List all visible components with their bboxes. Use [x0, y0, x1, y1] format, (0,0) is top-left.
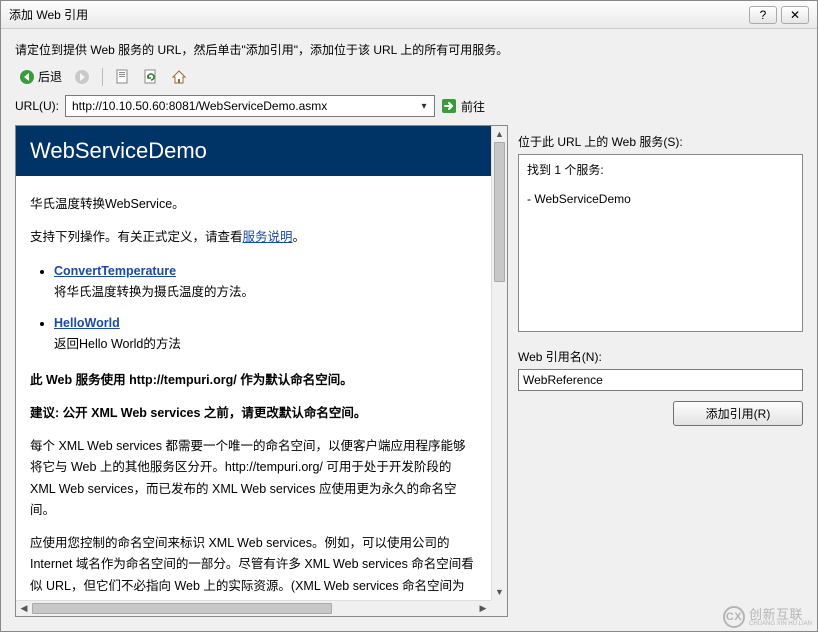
- list-item: ConvertTemperature 将华氏温度转换为摄氏温度的方法。: [54, 261, 477, 304]
- go-button[interactable]: 前往: [441, 98, 485, 115]
- dialog-title: 添加 Web 引用: [9, 6, 745, 23]
- watermark-sub: CHUANG XIN HU LIAN: [749, 621, 812, 627]
- url-input[interactable]: [70, 98, 416, 114]
- url-label: URL(U):: [15, 99, 59, 113]
- scroll-thumb[interactable]: [32, 603, 332, 614]
- titlebar: 添加 Web 引用 ? ✕: [1, 1, 817, 29]
- forward-icon: [74, 69, 90, 85]
- scroll-down-icon[interactable]: ▼: [492, 584, 507, 600]
- watermark: CX 创新互联 CHUANG XIN HU LIAN: [723, 606, 812, 628]
- url-row: URL(U): ▾ 前往: [1, 89, 817, 125]
- refresh-icon: [143, 69, 159, 85]
- url-combobox[interactable]: ▾: [65, 95, 435, 117]
- operation-link[interactable]: ConvertTemperature: [54, 264, 176, 278]
- go-label: 前往: [461, 98, 485, 115]
- back-icon: [19, 69, 35, 85]
- go-icon: [441, 98, 457, 114]
- help-icon: ?: [760, 8, 767, 22]
- services-list[interactable]: 找到 1 个服务: - WebServiceDemo: [518, 154, 803, 332]
- service-list-item[interactable]: - WebServiceDemo: [527, 192, 794, 206]
- scroll-right-icon[interactable]: ▶: [475, 601, 491, 616]
- service-description-link[interactable]: 服务说明: [243, 230, 293, 244]
- back-label: 后退: [38, 68, 62, 85]
- list-item: HelloWorld 返回Hello World的方法: [54, 313, 477, 356]
- refresh-button[interactable]: [139, 67, 163, 87]
- recommendation-line: 建议: 公开 XML Web services 之前，请更改默认命名空间。: [30, 403, 477, 424]
- service-supports-line: 支持下列操作。有关正式定义，请查看服务说明。: [30, 227, 477, 248]
- watermark-text: 创新互联: [749, 608, 812, 621]
- services-found-text: 找到 1 个服务:: [527, 161, 794, 178]
- back-button[interactable]: 后退: [15, 66, 66, 87]
- web-reference-name-input[interactable]: [518, 369, 803, 391]
- operation-link[interactable]: HelloWorld: [54, 316, 120, 330]
- url-dropdown-button[interactable]: ▾: [416, 97, 432, 115]
- operation-list: ConvertTemperature 将华氏温度转换为摄氏温度的方法。 Hell…: [30, 261, 477, 356]
- scroll-up-icon[interactable]: ▲: [492, 126, 507, 142]
- forward-button[interactable]: [70, 67, 94, 87]
- scroll-left-icon[interactable]: ◀: [16, 601, 32, 616]
- stop-button[interactable]: [111, 67, 135, 87]
- service-title: WebServiceDemo: [16, 126, 491, 176]
- watermark-icon: CX: [723, 606, 745, 628]
- nav-toolbar: 后退: [1, 60, 817, 89]
- namespace-line: 此 Web 服务使用 http://tempuri.org/ 作为默认命名空间。: [30, 370, 477, 391]
- home-button[interactable]: [167, 67, 191, 87]
- vertical-scrollbar[interactable]: ▲ ▼: [491, 126, 507, 600]
- right-panel: 位于此 URL 上的 Web 服务(S): 找到 1 个服务: - WebSer…: [518, 125, 803, 617]
- operation-desc: 将华氏温度转换为摄氏温度的方法。: [54, 285, 254, 299]
- services-at-url-label: 位于此 URL 上的 Web 服务(S):: [518, 133, 803, 150]
- add-web-reference-dialog: 添加 Web 引用 ? ✕ 请定位到提供 Web 服务的 URL，然后单击"添加…: [0, 0, 818, 632]
- horizontal-scrollbar[interactable]: ◀ ▶: [16, 600, 491, 616]
- service-description: 华氏温度转换WebService。: [30, 194, 477, 215]
- stop-icon: [115, 69, 131, 85]
- service-preview-content: WebServiceDemo 华氏温度转换WebService。 支持下列操作。…: [16, 126, 491, 600]
- namespace-para-1: 每个 XML Web services 都需要一个唯一的命名空间，以便客户端应用…: [30, 436, 477, 521]
- content-area: WebServiceDemo 华氏温度转换WebService。 支持下列操作。…: [1, 125, 817, 631]
- add-reference-button[interactable]: 添加引用(R): [673, 401, 803, 426]
- toolbar-separator: [102, 68, 103, 86]
- web-reference-name-label: Web 引用名(N):: [518, 348, 803, 365]
- close-button[interactable]: ✕: [781, 6, 809, 24]
- help-button[interactable]: ?: [749, 6, 777, 24]
- namespace-para-2: 应使用您控制的命名空间来标识 XML Web services。例如，可以使用公…: [30, 533, 477, 600]
- operation-desc: 返回Hello World的方法: [54, 337, 181, 351]
- close-icon: ✕: [790, 8, 800, 22]
- service-preview-panel: WebServiceDemo 华氏温度转换WebService。 支持下列操作。…: [15, 125, 508, 617]
- scroll-corner: [491, 600, 507, 616]
- instruction-text: 请定位到提供 Web 服务的 URL，然后单击"添加引用"，添加位于该 URL …: [1, 29, 817, 60]
- chevron-down-icon: ▾: [421, 101, 426, 112]
- scroll-thumb[interactable]: [494, 142, 505, 282]
- home-icon: [171, 69, 187, 85]
